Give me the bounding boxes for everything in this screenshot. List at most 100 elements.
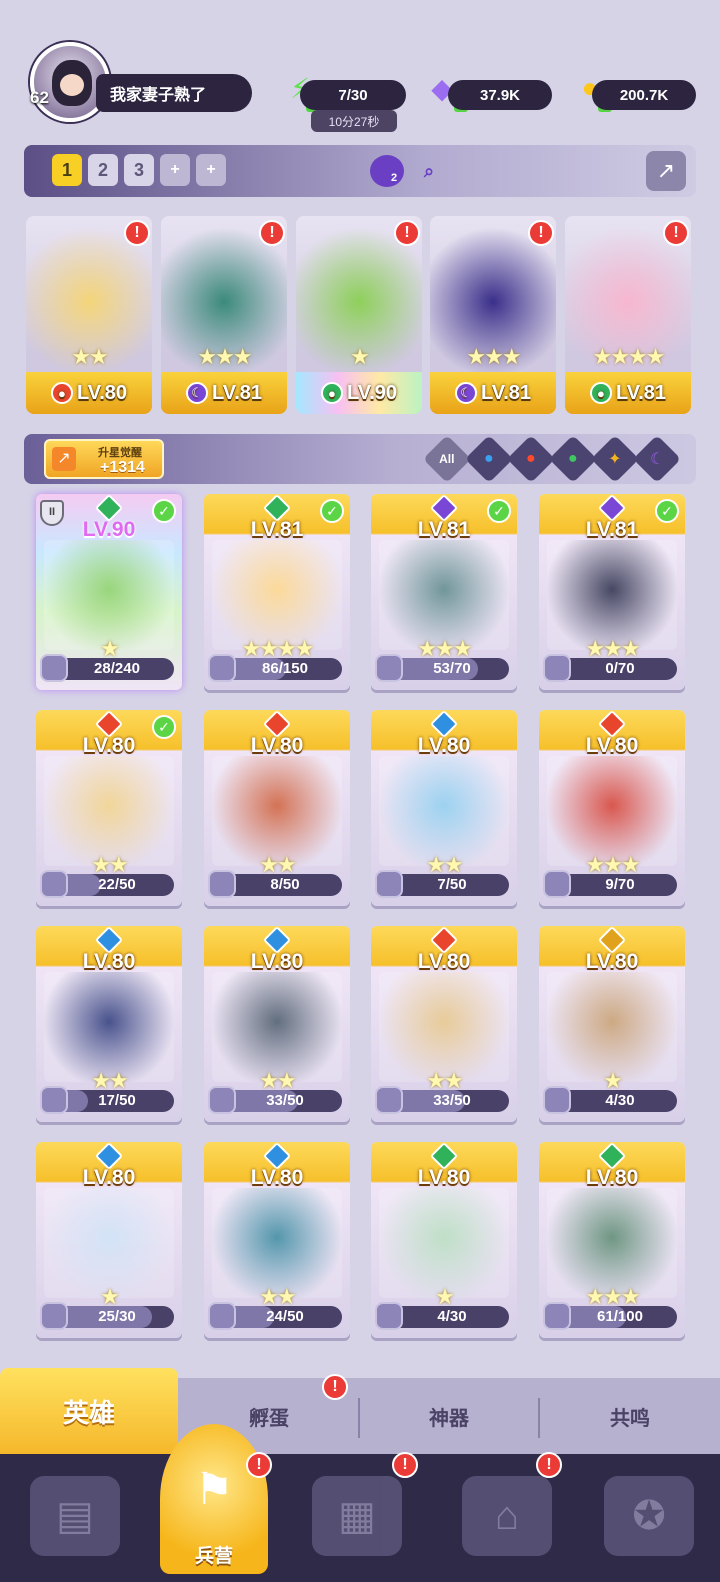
team-hero-card[interactable]: ★★★★ ● LV.81! bbox=[565, 216, 691, 414]
fragment-progress: 7/50 bbox=[375, 870, 509, 898]
alert-icon: ! bbox=[124, 220, 150, 246]
dark-element-icon: ☾ bbox=[185, 382, 208, 404]
subtab-resonance[interactable]: 共鸣 bbox=[540, 1378, 720, 1454]
hero-card[interactable]: LV.90 ★ 28/240 ✓ II bbox=[36, 494, 182, 690]
hero-card[interactable]: LV.80 ★★ 33/50 bbox=[371, 926, 517, 1122]
hero-card[interactable]: LV.80 ★★ 33/50 bbox=[204, 926, 350, 1122]
hero-portrait bbox=[379, 1188, 509, 1298]
hero-level: LV.81 bbox=[480, 381, 532, 404]
team-tab-add-2[interactable]: + bbox=[196, 154, 226, 186]
hero-level-bar: ● LV.80 bbox=[26, 372, 152, 414]
hero-portrait bbox=[44, 756, 174, 866]
search-icon[interactable]: ⌕ bbox=[412, 155, 446, 187]
team-hero-card[interactable]: ★★ ● LV.80! bbox=[26, 216, 152, 414]
hero-level-bar: ● LV.90 bbox=[296, 372, 422, 414]
hero-level: LV.80 bbox=[250, 734, 304, 757]
fragment-count: 33/50 bbox=[433, 1092, 471, 1109]
subtab-artifacts[interactable]: 神器 bbox=[360, 1378, 538, 1454]
fire-element-icon: ● bbox=[50, 382, 73, 404]
wind-element-icon: ● bbox=[589, 382, 612, 404]
alert-icon: ! bbox=[259, 220, 285, 246]
awaken-label: 升星觉醒 bbox=[98, 447, 142, 459]
hero-card[interactable]: LV.80 ★ 25/30 bbox=[36, 1142, 182, 1338]
awaken-button[interactable]: ↗ 升星觉醒 +1314 bbox=[44, 439, 164, 479]
share-icon: ↗ bbox=[656, 158, 676, 183]
sub-tabs: 英雄 孵蛋 ! 神器 共鸣 bbox=[0, 1368, 720, 1454]
team-tab-2[interactable]: 2 bbox=[88, 154, 118, 186]
nav-cards-icon[interactable]: ▤ bbox=[30, 1476, 120, 1556]
fragment-count: 0/70 bbox=[605, 660, 635, 677]
hero-card[interactable]: LV.80 ★ 4/30 bbox=[371, 1142, 517, 1338]
team-tab-3[interactable]: 3 bbox=[124, 154, 154, 186]
hero-portrait bbox=[212, 972, 342, 1082]
fragment-count: 53/70 bbox=[433, 660, 471, 677]
filter-wind-icon[interactable]: ● bbox=[548, 434, 598, 484]
filter-all[interactable]: All bbox=[422, 434, 472, 484]
fragment-progress: 4/30 bbox=[543, 1086, 677, 1114]
fragment-count: 25/30 bbox=[98, 1308, 136, 1325]
filter-water-icon[interactable]: ● bbox=[464, 434, 514, 484]
hero-level-bar: ☾ LV.81 bbox=[161, 372, 287, 414]
hero-filter-bar: ↗ 升星觉醒 +1314 All ● ● ● ✦ ☾ bbox=[24, 434, 696, 484]
hero-portrait bbox=[379, 756, 509, 866]
castle-alert-icon: ! bbox=[536, 1452, 562, 1478]
rank-shield-icon: II bbox=[40, 500, 64, 526]
hero-card[interactable]: LV.80 ★★ 17/50 bbox=[36, 926, 182, 1122]
fragment-count: 33/50 bbox=[266, 1092, 304, 1109]
hero-level: LV.80 bbox=[250, 950, 304, 973]
fragment-progress: 33/50 bbox=[375, 1086, 509, 1114]
team-hero-card[interactable]: ★★★ ☾ LV.81! bbox=[430, 216, 556, 414]
in-team-check-icon: ✓ bbox=[320, 499, 344, 523]
hero-level: LV.81 bbox=[615, 381, 667, 404]
in-team-check-icon: ✓ bbox=[487, 499, 511, 523]
hero-card[interactable]: LV.80 ★★ 7/50 bbox=[371, 710, 517, 906]
hero-portrait bbox=[547, 972, 677, 1082]
hero-card[interactable]: LV.81 ★★★ 53/70 ✓ bbox=[371, 494, 517, 690]
fragment-progress: 8/50 bbox=[208, 870, 342, 898]
filter-light-icon[interactable]: ✦ bbox=[590, 434, 640, 484]
hero-level: LV.80 bbox=[417, 950, 471, 973]
filter-fire-icon[interactable]: ● bbox=[506, 434, 556, 484]
hero-level: LV.80 bbox=[82, 950, 136, 973]
fragment-count: 9/70 bbox=[605, 876, 635, 893]
share-button[interactable]: ↗ bbox=[646, 151, 686, 191]
fragment-count: 86/150 bbox=[262, 660, 308, 677]
hero-card[interactable]: LV.80 ★★ 24/50 bbox=[204, 1142, 350, 1338]
hero-portrait bbox=[44, 1188, 174, 1298]
bottom-navigation: ▤ ⚑ 兵营 ! ▦ ! ⌂ ! ✪ bbox=[0, 1424, 720, 1582]
nav-castle-icon[interactable]: ⌂ bbox=[462, 1476, 552, 1556]
hero-portrait bbox=[379, 540, 509, 650]
team-hero-card[interactable]: ★ ● LV.90! bbox=[296, 216, 422, 414]
hero-level: LV.80 bbox=[76, 381, 128, 404]
hero-portrait bbox=[547, 540, 677, 650]
filter-all-label: All bbox=[439, 452, 455, 466]
nav-barracks[interactable]: ⚑ 兵营 bbox=[160, 1424, 268, 1574]
filter-dark-icon[interactable]: ☾ bbox=[632, 434, 682, 484]
nav-map-icon[interactable]: ▦ bbox=[312, 1476, 402, 1556]
player-name[interactable]: 我家妻子熟了 bbox=[96, 74, 252, 112]
fragment-progress: 33/50 bbox=[208, 1086, 342, 1114]
hero-card[interactable]: LV.80 ★★ 22/50 ✓ bbox=[36, 710, 182, 906]
hero-level: LV.80 bbox=[82, 1166, 136, 1189]
player-level: 62 bbox=[30, 88, 49, 107]
hero-card[interactable]: LV.80 ★★ 8/50 bbox=[204, 710, 350, 906]
gem-value: 37.9K bbox=[448, 80, 552, 110]
team-hero-card[interactable]: ★★★ ☾ LV.81! bbox=[161, 216, 287, 414]
subtab-heroes[interactable]: 英雄 bbox=[0, 1368, 178, 1454]
nav-summon-icon[interactable]: ✪ bbox=[604, 1476, 694, 1556]
hero-card[interactable]: LV.80 ★★★ 9/70 bbox=[539, 710, 685, 906]
hero-card[interactable]: LV.81 ★★★★ 86/150 ✓ bbox=[204, 494, 350, 690]
dark-element-team-icon[interactable]: 2 bbox=[370, 155, 404, 187]
team-tab-1[interactable]: 1 bbox=[52, 154, 82, 186]
in-team-check-icon: ✓ bbox=[152, 499, 176, 523]
alert-icon: ! bbox=[528, 220, 554, 246]
hero-card[interactable]: LV.80 ★★★ 61/100 bbox=[539, 1142, 685, 1338]
hero-card[interactable]: LV.80 ★ 4/30 bbox=[539, 926, 685, 1122]
team-tab-add-1[interactable]: + bbox=[160, 154, 190, 186]
alert-icon: ! bbox=[663, 220, 689, 246]
hero-level: LV.80 bbox=[417, 734, 471, 757]
fragment-count: 4/30 bbox=[437, 1308, 467, 1325]
fragment-progress: 25/30 bbox=[40, 1302, 174, 1330]
hero-portrait bbox=[44, 540, 174, 650]
hero-card[interactable]: LV.81 ★★★ 0/70 ✓ bbox=[539, 494, 685, 690]
